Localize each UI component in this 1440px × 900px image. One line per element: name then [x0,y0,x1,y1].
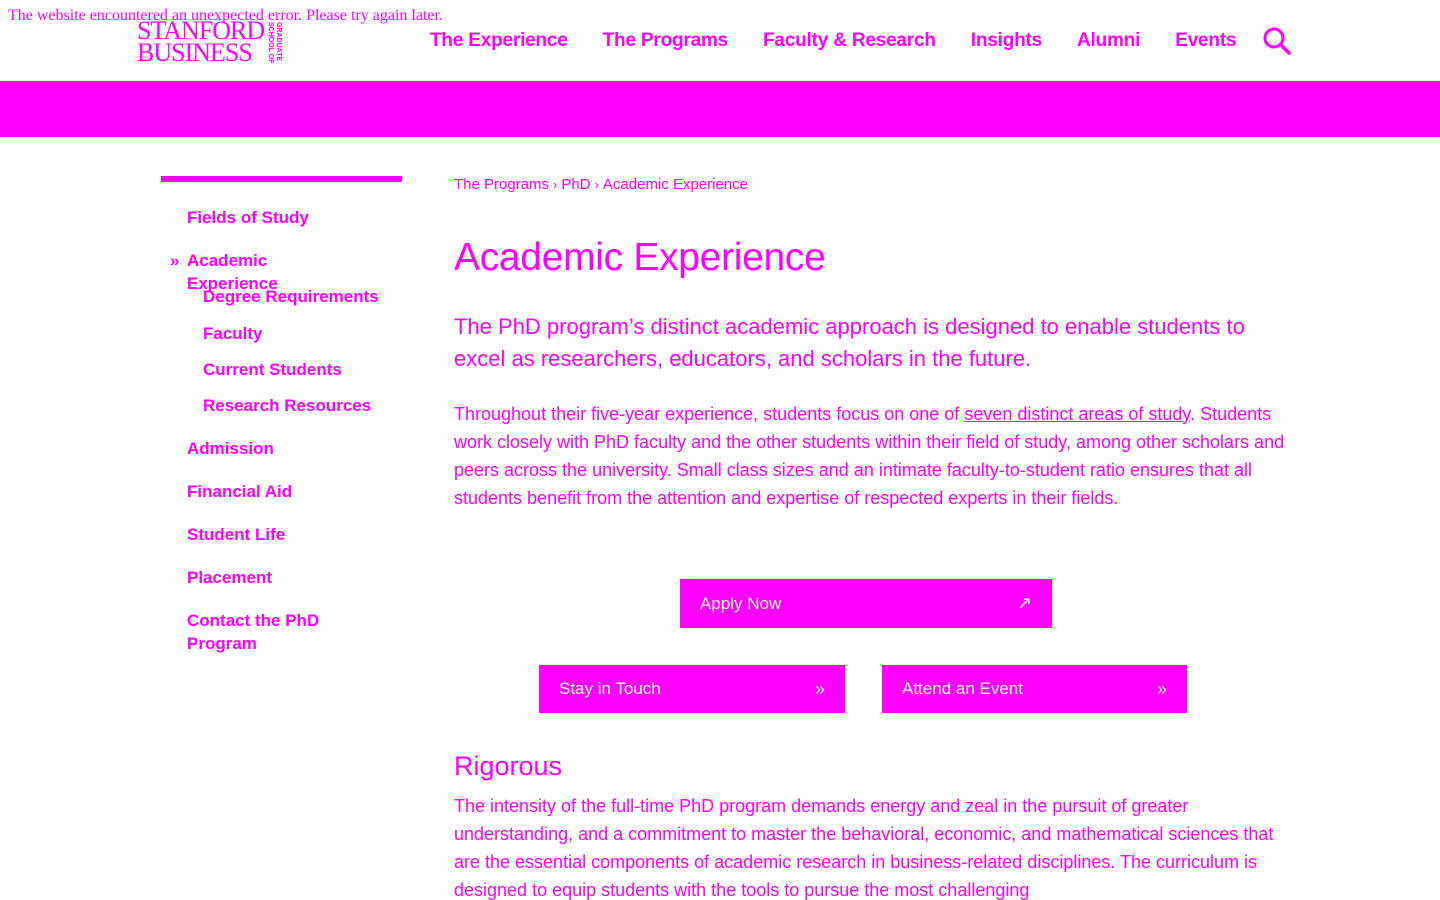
sidebar-contact-line-1: Contact the PhD [187,611,320,630]
sidebar-contact-line-2: Program [187,634,257,653]
page-title: Academic Experience [454,236,826,279]
active-chevron-icon: » [170,251,180,270]
sidebar-item-fields-of-study[interactable]: Fields of Study [187,206,357,229]
areas-of-study-link[interactable]: seven distinct areas of study [964,404,1190,424]
stay-in-touch-label: Stay in Touch [559,679,661,698]
double-chevron-right-icon: » [814,678,825,699]
breadcrumb-phd[interactable]: PhD [561,176,590,193]
sidebar-subitem-current-students[interactable]: Current Students [203,358,342,381]
sidebar-subitem-faculty[interactable]: Faculty [203,322,263,345]
breadcrumb-separator: › [553,177,558,192]
breadcrumb-academic-experience[interactable]: Academic Experience [603,176,748,193]
search-icon[interactable] [1262,26,1292,56]
section-heading-rigorous: Rigorous [454,751,563,781]
sidebar-item-contact-phd-program[interactable]: Contact the PhD Program [187,609,357,655]
sidebar-item-student-life[interactable]: Student Life [187,523,357,546]
site-logo[interactable]: STANFORD BUSINESS GRADUATE SCHOOL OF [137,18,283,68]
intro-text-before-link: Throughout their five-year experience, s… [454,404,965,424]
sidebar-subitem-degree-requirements[interactable]: Degree Requirements [203,285,379,308]
sidebar-item-admission[interactable]: Admission [187,437,357,460]
breadcrumb-separator: › [594,177,599,192]
apply-now-button[interactable]: Apply Now ↗ [680,579,1052,628]
nav-the-programs[interactable]: The Programs [603,30,729,52]
intro-lede: The PhD program’s distinct academic appr… [454,314,1245,371]
logo-side-text: GRADUATE SCHOOL OF [267,22,283,64]
apply-now-label: Apply Now [700,593,782,613]
attend-an-event-label: Attend an Event [902,679,1023,698]
nav-alumni[interactable]: Alumni [1077,30,1140,52]
sidebar-item-placement[interactable]: Placement [187,566,357,589]
stay-in-touch-button[interactable]: Stay in Touch » [539,665,845,713]
nav-faculty-research[interactable]: Faculty & Research [763,30,936,52]
header-banner [0,81,1440,137]
logo-line-2: BUSINESS [137,38,253,67]
sidebar-item-financial-aid[interactable]: Financial Aid [187,480,357,503]
nav-the-experience[interactable]: The Experience [430,30,568,52]
sidebar-subitem-research-resources[interactable]: Research Resources [203,394,371,417]
nav-events[interactable]: Events [1175,30,1236,52]
intro-paragraph: Throughout their five-year experience, s… [454,400,1294,512]
external-link-icon: ↗ [1016,593,1032,613]
rigorous-paragraph: The intensity of the full-time PhD progr… [454,796,1274,900]
logo-wordmark: STANFORD BUSINESS [137,18,265,67]
top-navigation: The Experience The Programs Faculty & Re… [430,30,1271,52]
attend-an-event-button[interactable]: Attend an Event » [882,665,1187,713]
double-chevron-right-icon: » [1156,678,1167,699]
nav-insights[interactable]: Insights [971,30,1042,52]
sidebar-top-rule [161,176,402,182]
breadcrumb-the-programs[interactable]: The Programs [454,176,549,193]
breadcrumb: The Programs › PhD › Academic Experience [454,176,748,193]
